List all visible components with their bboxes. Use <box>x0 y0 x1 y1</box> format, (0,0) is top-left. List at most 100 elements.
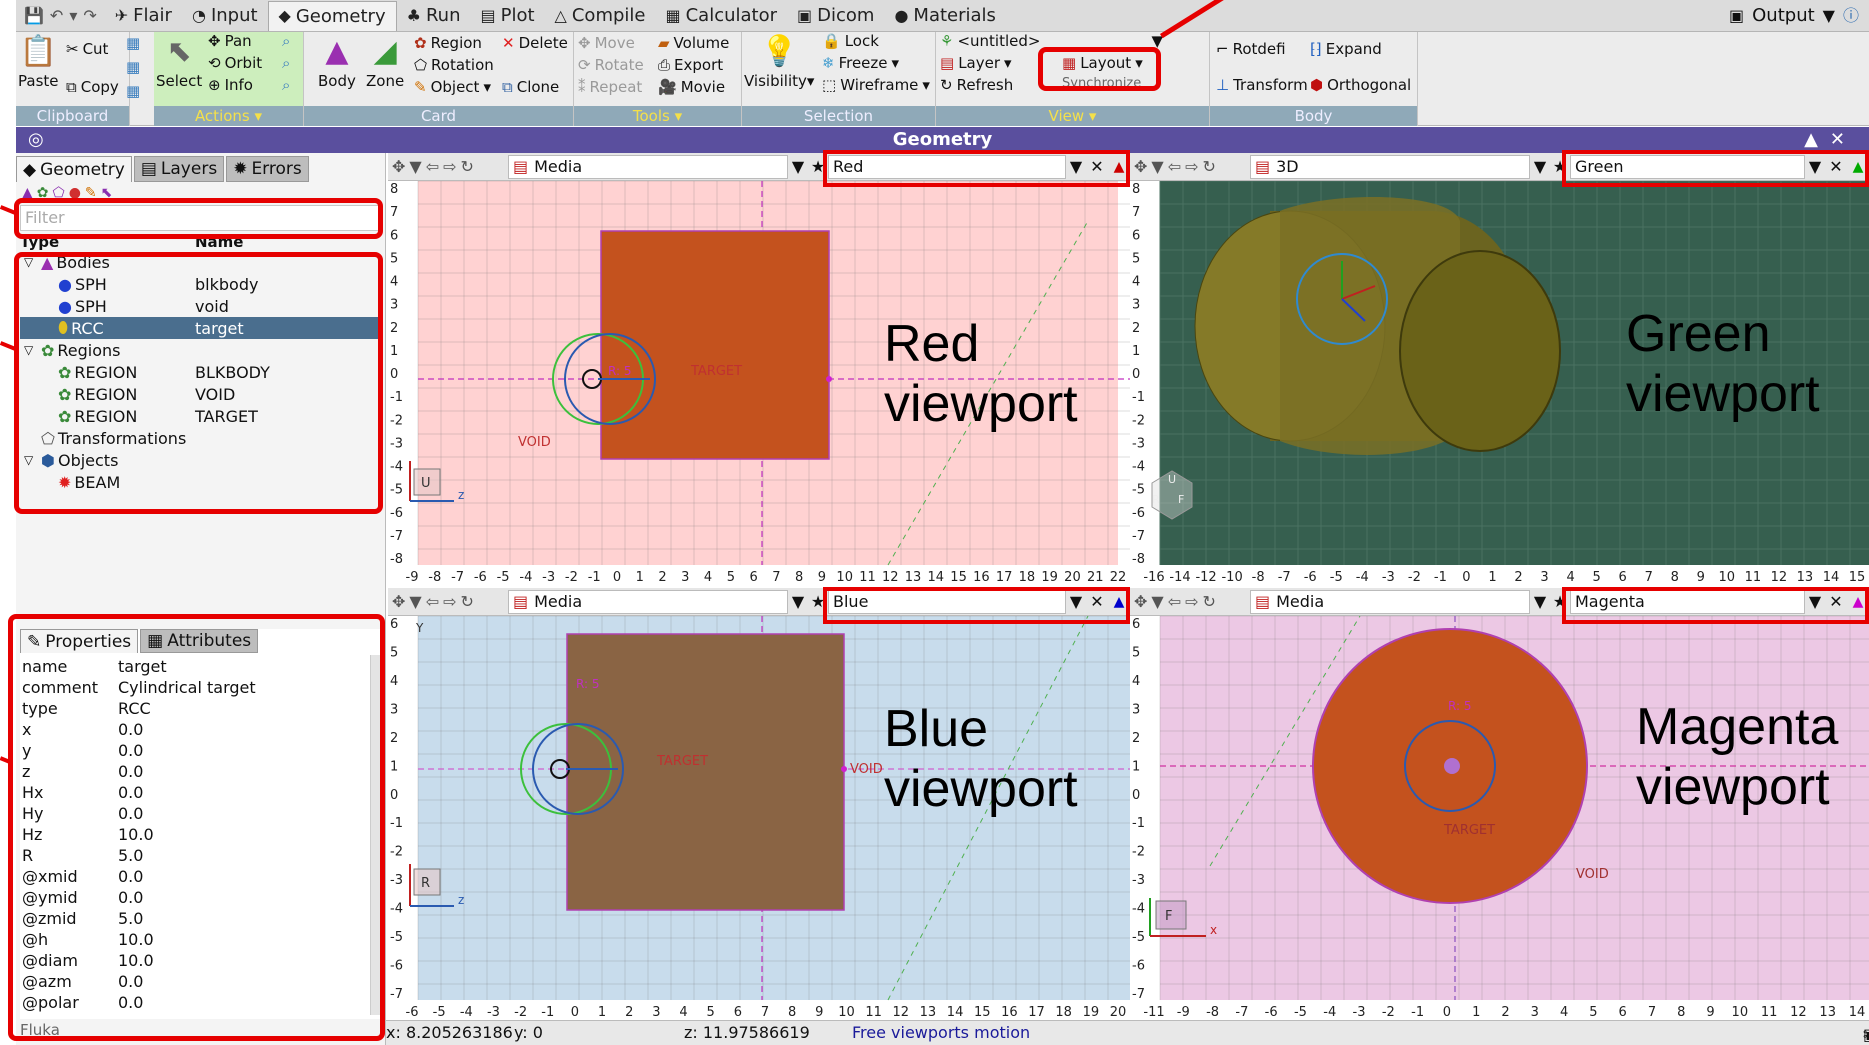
viewport-canvas[interactable]: -9 -8 -7 -6 -5 -4 -3 -2 -1 0 1 2 3 4 5 6 7 8 9 10 11 12 13 14 15… <box>388 181 1130 585</box>
viewport-name-input[interactable]: Blue <box>828 589 1066 614</box>
property-value[interactable]: Cylindrical target <box>118 678 256 699</box>
tree-row[interactable]: ⬮ RCC target <box>20 317 380 339</box>
close-icon[interactable]: ✕ <box>1086 592 1108 611</box>
synchronize-button[interactable]: Synchronize <box>1062 76 1141 91</box>
tree-row[interactable]: ▽ ⬢ Objects <box>20 449 380 471</box>
close-icon[interactable]: ✕ <box>1825 592 1847 611</box>
forward-icon[interactable]: ⇨ <box>443 157 456 176</box>
orthogonal-button[interactable]: ⬢ Orthogonal <box>1310 76 1411 94</box>
expander-icon[interactable]: ▽ <box>24 343 38 357</box>
transform-button[interactable]: ⊥ Transform <box>1216 76 1308 94</box>
menu-tab[interactable]: ◆ Geometry <box>267 0 397 31</box>
close-icon[interactable]: ✕ <box>1086 157 1108 176</box>
property-value[interactable]: 5.0 <box>118 846 143 867</box>
grid-icon[interactable]: ▦ <box>126 34 140 52</box>
save-icon[interactable]: 💾 <box>24 7 44 24</box>
filter-input[interactable]: Filter <box>20 205 380 231</box>
menu-tab[interactable]: ▤ Plot <box>470 1 544 31</box>
viewport-canvas[interactable]: -6 -5 -4 -3 -2 -1 0 1 2 3 4 5 6 7 8 9 10 11 12 13 14 15 16 17 18… <box>388 616 1130 1020</box>
back-icon[interactable]: ⇦ <box>1168 157 1181 176</box>
rotdefi-button[interactable]: ⌐ Rotdefi <box>1216 40 1286 58</box>
target-region[interactable] <box>566 633 845 911</box>
star-icon[interactable]: ★ <box>808 592 828 611</box>
property-row[interactable]: x 0.0 <box>22 720 362 741</box>
grid-icon-3[interactable]: ▦ <box>126 82 140 100</box>
property-value[interactable]: 0.0 <box>118 762 143 783</box>
zoom-in-icon[interactable]: ⌕ <box>282 32 290 50</box>
star-icon[interactable]: ★ <box>1550 157 1570 176</box>
property-value[interactable]: 0.0 <box>118 867 143 888</box>
back-icon[interactable]: ⇦ <box>1168 592 1181 611</box>
property-value[interactable]: RCC <box>118 699 151 720</box>
viewport-name-input[interactable]: Green <box>1570 154 1805 179</box>
actions-group-label[interactable]: Actions ▾ <box>154 106 303 126</box>
clone-button[interactable]: ⧉ Clone <box>502 78 559 96</box>
chevron-down-icon[interactable]: ▼ <box>1805 592 1825 611</box>
viewport-mode-select[interactable]: ▤ Media <box>508 589 788 614</box>
grid-icon-2[interactable]: ▦ <box>126 58 140 76</box>
viewport-color-arrow-icon[interactable]: ▲ <box>1847 159 1869 175</box>
chevron-down-icon[interactable]: ▼ <box>1151 592 1163 611</box>
chevron-down-icon[interactable]: ▼ <box>1066 592 1086 611</box>
property-row[interactable]: R 5.0 <box>22 846 362 867</box>
info-button[interactable]: ⊕ Info <box>208 76 253 94</box>
property-value[interactable]: 10.0 <box>118 930 154 951</box>
tree-row[interactable]: ⬠ Transformations <box>20 427 380 449</box>
freeze-button[interactable]: ❄ Freeze ▾ <box>822 54 899 72</box>
viewport-svg[interactable]: -11 -9 -8 -7 -6 -5 -4 -3 -2 -1 0 1 2 3 4 5 6 7 8 9 10 11 12 13 1… <box>1130 616 1869 1020</box>
menu-tab[interactable]: ♣ Run <box>397 1 471 31</box>
zone-button[interactable]: ◢ Zone <box>366 32 404 90</box>
property-value[interactable]: 0.0 <box>118 888 143 909</box>
back-icon[interactable]: ⇦ <box>426 157 439 176</box>
layout-button[interactable]: ▦ Layout ▾ <box>1062 54 1143 72</box>
undo-icon[interactable]: ↶ <box>50 7 63 24</box>
tree-row[interactable]: ✿ REGION VOID <box>20 383 380 405</box>
star-icon[interactable]: ★ <box>1550 592 1570 611</box>
property-row[interactable]: @ymid 0.0 <box>22 888 362 909</box>
property-row[interactable]: Hz 10.0 <box>22 825 362 846</box>
tree-row[interactable]: ▽ ▲ Bodies <box>20 251 380 273</box>
zoom-out-icon[interactable]: ⌕ <box>282 54 290 72</box>
untitled-dropdown[interactable]: ⚘ <untitled> ▼ <box>940 32 1163 50</box>
refresh-icon[interactable]: ↻ <box>461 157 474 176</box>
property-row[interactable]: z 0.0 <box>22 762 362 783</box>
maximize-icon[interactable]: ▲ <box>1804 129 1830 150</box>
viewport-name-input[interactable]: Magenta <box>1570 589 1805 614</box>
viewport-color-arrow-icon[interactable]: ▲ <box>1108 159 1130 175</box>
viewport-blue[interactable]: ✥ ▼ ⇦ ⇨ ↻ ▤ Media ▼ ★ Blue ▼ ✕ ▲ -6 -5 -4 -3 -2 -1 0 1 2 3 4 5 6 7… <box>388 588 1130 1020</box>
star-icon[interactable]: ★ <box>808 157 828 176</box>
lock-button[interactable]: 🔒 Lock <box>822 32 879 50</box>
redo-icon[interactable]: ↷ <box>83 7 96 24</box>
properties-scrollbar[interactable] <box>370 655 382 1015</box>
viewport-mode-select[interactable]: ▤ Media <box>1250 589 1530 614</box>
tools-icon[interactable]: ✂ <box>1863 1025 1869 1044</box>
property-value[interactable]: 10.0 <box>118 951 154 972</box>
property-value[interactable]: 5.0 <box>118 909 143 930</box>
property-value[interactable]: target <box>118 657 167 678</box>
move-icon[interactable]: ✥ <box>392 592 405 611</box>
tree-header-name[interactable]: Name <box>195 233 243 251</box>
menu-tab[interactable]: ▣ Dicom <box>787 1 884 31</box>
handle-point[interactable] <box>841 766 847 772</box>
property-row[interactable]: Hy 0.0 <box>22 804 362 825</box>
tree-header-type[interactable]: Type <box>20 233 59 251</box>
property-value[interactable]: 0.0 <box>118 741 143 762</box>
cut-button[interactable]: ✂ Cut <box>66 40 108 58</box>
copy-button[interactable]: ⧉ Copy <box>66 78 119 96</box>
menu-tab[interactable]: ◔ Input <box>182 1 268 31</box>
viewport-canvas[interactable]: -16 -14 -12 -10 -8 -7 -6 -5 -4 -3 -2 -1 0 1 2 3 4 5 6 7 8 9 10… <box>1130 181 1869 585</box>
cylinder-front-face[interactable] <box>1399 250 1561 452</box>
chevron-down-icon[interactable]: ▼ <box>1151 157 1163 176</box>
chevron-down-icon[interactable]: ▼ <box>788 592 808 611</box>
refresh-button[interactable]: ↻ Refresh <box>940 76 1013 94</box>
property-row[interactable]: y 0.0 <box>22 741 362 762</box>
chevron-down-icon[interactable]: ▾ <box>69 7 77 24</box>
tree-row[interactable]: ✿ REGION BLKBODY <box>20 361 380 383</box>
tree-row[interactable]: ● SPH void <box>20 295 380 317</box>
zoom-fit-icon[interactable]: ⌕ <box>282 76 290 94</box>
orbit-button[interactable]: ⟲ Orbit <box>208 54 262 72</box>
property-value[interactable]: 0.0 <box>118 993 143 1014</box>
back-icon[interactable]: ⇦ <box>426 592 439 611</box>
chevron-down-icon[interactable]: ▼ <box>1805 157 1825 176</box>
close-icon[interactable]: ✕ <box>1825 157 1847 176</box>
